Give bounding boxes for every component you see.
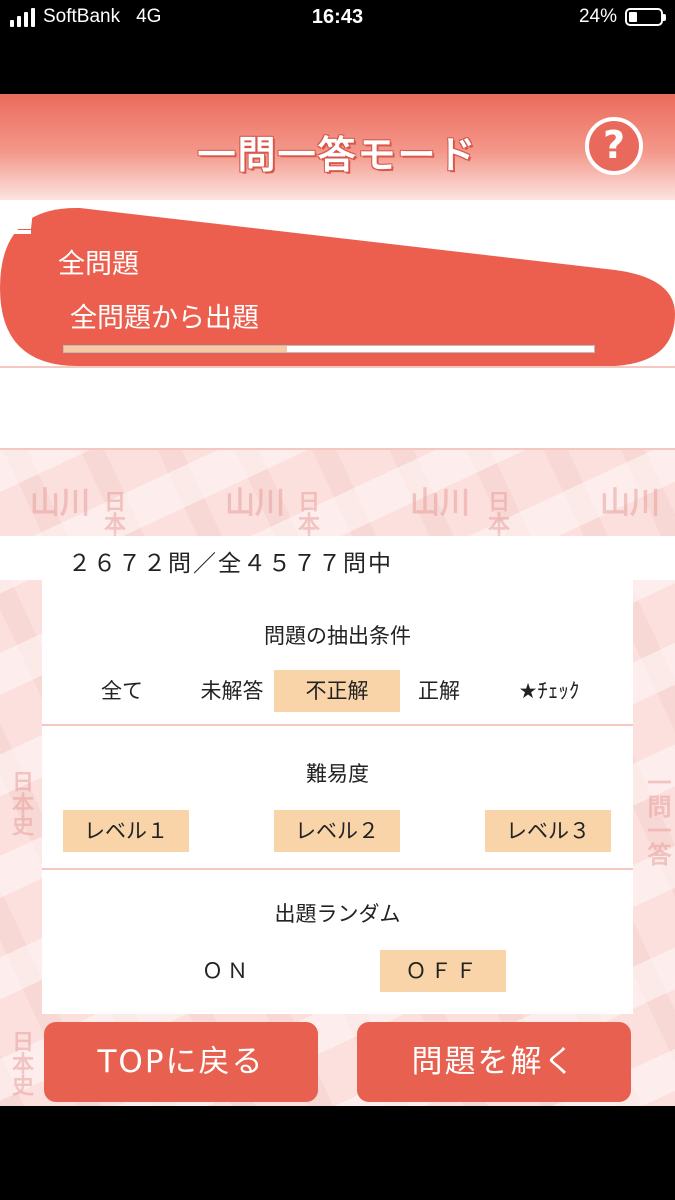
difficulty-level-1[interactable]: レベル１ [63, 810, 189, 852]
watermark-text: 山川 [225, 486, 285, 521]
watermark-text: 山川 [600, 486, 660, 521]
app-screen: 一問一答モード ? 全問題 全問題から出題 山川 山川 山川 山川 日本史 日本… [0, 94, 675, 1106]
start-quiz-button[interactable]: 問題を解く [357, 1022, 631, 1102]
random-panel: 出題ランダム ＯＮ ＯＦＦ [42, 870, 633, 1014]
random-on-option[interactable]: ＯＮ [164, 950, 290, 992]
difficulty-level-2[interactable]: レベル２ [274, 810, 400, 852]
battery-percent: 24% [578, 6, 617, 27]
status-bar: SoftBank 4G 16:43 24% [0, 0, 675, 94]
watermark-text: 山川 [30, 486, 90, 521]
bottom-bar [0, 1106, 675, 1200]
back-to-top-button[interactable]: TOPに戻る [44, 1022, 318, 1102]
filter-option-incorrect[interactable]: 不正解 [274, 670, 400, 712]
random-title: 出題ランダム [274, 902, 401, 926]
progress-fill [64, 346, 287, 352]
category-progress-bar [63, 345, 595, 353]
filter-option-checked[interactable]: ★ﾁｪｯｸ [504, 670, 594, 712]
category-name: 全問題 [58, 249, 139, 280]
page-title: 一問一答モード [197, 133, 478, 177]
watermark-text: 日本史 [8, 1030, 33, 1096]
watermark-text: 山川 [410, 486, 470, 521]
filter-option-unanswered[interactable]: 未解答 [190, 670, 274, 712]
crown-icon [0, 203, 36, 234]
header: 一問一答モード ? [0, 94, 675, 200]
difficulty-level-3[interactable]: レベル３ [485, 810, 611, 852]
status-right: 24% [578, 6, 666, 28]
divider [0, 366, 675, 368]
filter-option-all[interactable]: 全て [80, 670, 164, 712]
category-description: 全問題から出題 [70, 303, 259, 334]
question-count: ２６７２問／全４５７７問中 [68, 551, 393, 577]
difficulty-title: 難易度 [306, 762, 369, 786]
watermark-text: 日本史 [8, 770, 33, 836]
filter-option-correct[interactable]: 正解 [402, 670, 476, 712]
question-count-bar: ２６７２問／全４５７７問中 [0, 536, 675, 580]
difficulty-panel: 難易度 レベル１ レベル２ レベル３ [42, 726, 633, 868]
clock: 16:43 [311, 6, 364, 28]
random-off-option[interactable]: ＯＦＦ [380, 950, 506, 992]
help-button[interactable]: ? [585, 117, 643, 175]
battery-icon [625, 8, 666, 26]
category-banner[interactable]: 全問題 全問題から出題 [0, 202, 675, 370]
filter-panel: 問題の抽出条件 全て 未解答 不正解 正解 ★ﾁｪｯｸ [42, 580, 633, 724]
watermark-text: 一問一答 [643, 770, 671, 866]
filter-title: 問題の抽出条件 [264, 624, 411, 648]
